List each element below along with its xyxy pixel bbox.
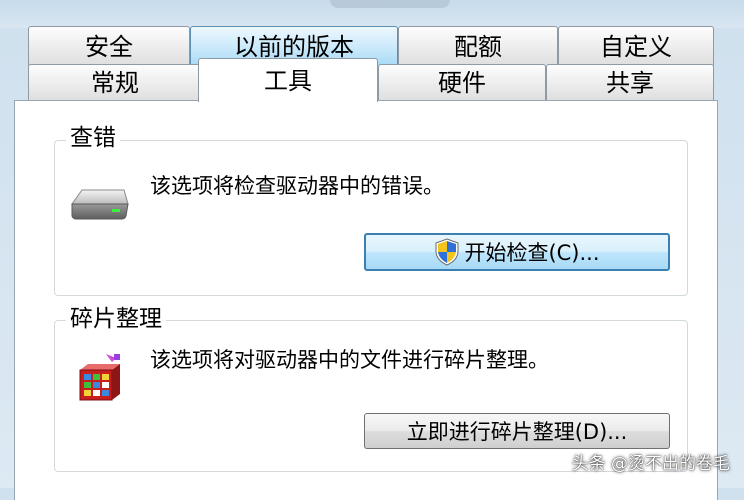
error-check-group bbox=[54, 140, 688, 296]
start-check-button[interactable]: 开始检查(C)... bbox=[364, 233, 670, 271]
defrag-title: 碎片整理 bbox=[66, 305, 166, 333]
uac-shield-icon bbox=[435, 238, 459, 266]
tab-general[interactable]: 常规 bbox=[28, 64, 202, 101]
tab-label: 常规 bbox=[91, 69, 139, 97]
tab-hardware[interactable]: 硬件 bbox=[378, 64, 546, 101]
start-check-label: 开始检查(C)... bbox=[464, 241, 600, 265]
defrag-icon bbox=[79, 354, 120, 401]
watermark: 头条 @烫不出的卷毛 bbox=[571, 454, 730, 474]
window-top-strip bbox=[0, 0, 744, 28]
defrag-now-label: 立即进行碎片整理(D)... bbox=[406, 420, 628, 444]
tab-quota[interactable]: 配额 bbox=[398, 26, 558, 66]
tab-tools[interactable]: 工具 bbox=[198, 58, 378, 102]
tab-label: 配额 bbox=[454, 32, 502, 61]
hard-drive-icon bbox=[71, 189, 129, 220]
defrag-description: 该选项将对驱动器中的文件进行碎片整理。 bbox=[150, 348, 549, 372]
blurred-background bbox=[330, 0, 450, 8]
tab-label: 安全 bbox=[85, 32, 133, 61]
tab-security[interactable]: 安全 bbox=[28, 26, 190, 66]
error-check-title: 查错 bbox=[66, 124, 120, 152]
tab-customize[interactable]: 自定义 bbox=[558, 26, 714, 66]
tab-label: 工具 bbox=[264, 66, 312, 95]
tab-label: 以前的版本 bbox=[234, 32, 354, 61]
tab-sharing[interactable]: 共享 bbox=[546, 64, 714, 101]
tab-label: 硬件 bbox=[438, 69, 486, 97]
tab-label: 共享 bbox=[606, 69, 654, 97]
defrag-now-button[interactable]: 立即进行碎片整理(D)... bbox=[364, 413, 670, 449]
tab-label: 自定义 bbox=[600, 32, 672, 61]
error-check-description: 该选项将检查驱动器中的错误。 bbox=[150, 174, 444, 198]
